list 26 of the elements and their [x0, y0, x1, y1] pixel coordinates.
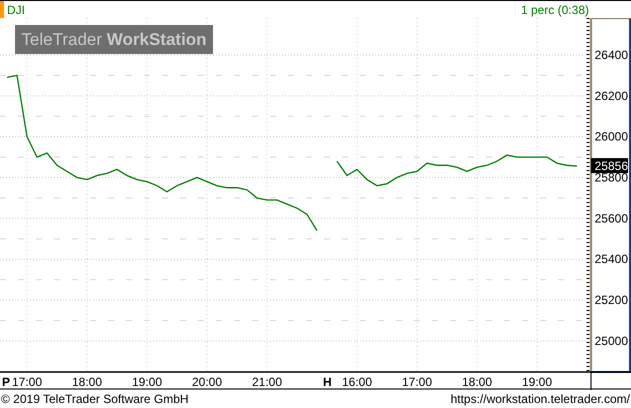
- y-axis-label: 25000: [594, 334, 628, 348]
- session-marker: H: [323, 375, 332, 389]
- copyright-text: © 2019 TeleTrader Software GmbH: [1, 391, 189, 408]
- symbol-label: DJI: [7, 2, 25, 18]
- x-axis-label: 16:00: [342, 375, 372, 389]
- y-axis-label: 26400: [594, 48, 628, 62]
- y-axis-label: 25400: [594, 252, 628, 266]
- x-axis-label: 17:00: [12, 375, 42, 389]
- y-axis-label: 25200: [594, 293, 628, 308]
- last-price-tag: 25856: [591, 158, 628, 174]
- x-axis-label: 19:00: [522, 375, 552, 389]
- y-axis-label: 25800: [594, 170, 628, 185]
- x-axis-label: 17:00: [402, 375, 432, 389]
- website-link[interactable]: https://workstation.teletrader.com/: [450, 390, 630, 408]
- session-marker: P: [2, 375, 10, 389]
- watermark-logo: TeleTrader WorkStation: [15, 25, 213, 54]
- symbol-marker: [0, 1, 4, 18]
- y-axis-label: 26000: [594, 130, 628, 144]
- y-axis-label: 25600: [594, 211, 628, 226]
- x-axis-label: 18:00: [72, 375, 102, 389]
- x-axis-label: 19:00: [132, 375, 162, 389]
- interval-label: 1 perc (0:38): [520, 2, 589, 18]
- y-axis-label: 26200: [594, 88, 628, 103]
- x-axis-label: 20:00: [192, 375, 222, 389]
- x-axis-label: 18:00: [462, 375, 492, 389]
- x-axis-label: 21:00: [252, 375, 282, 389]
